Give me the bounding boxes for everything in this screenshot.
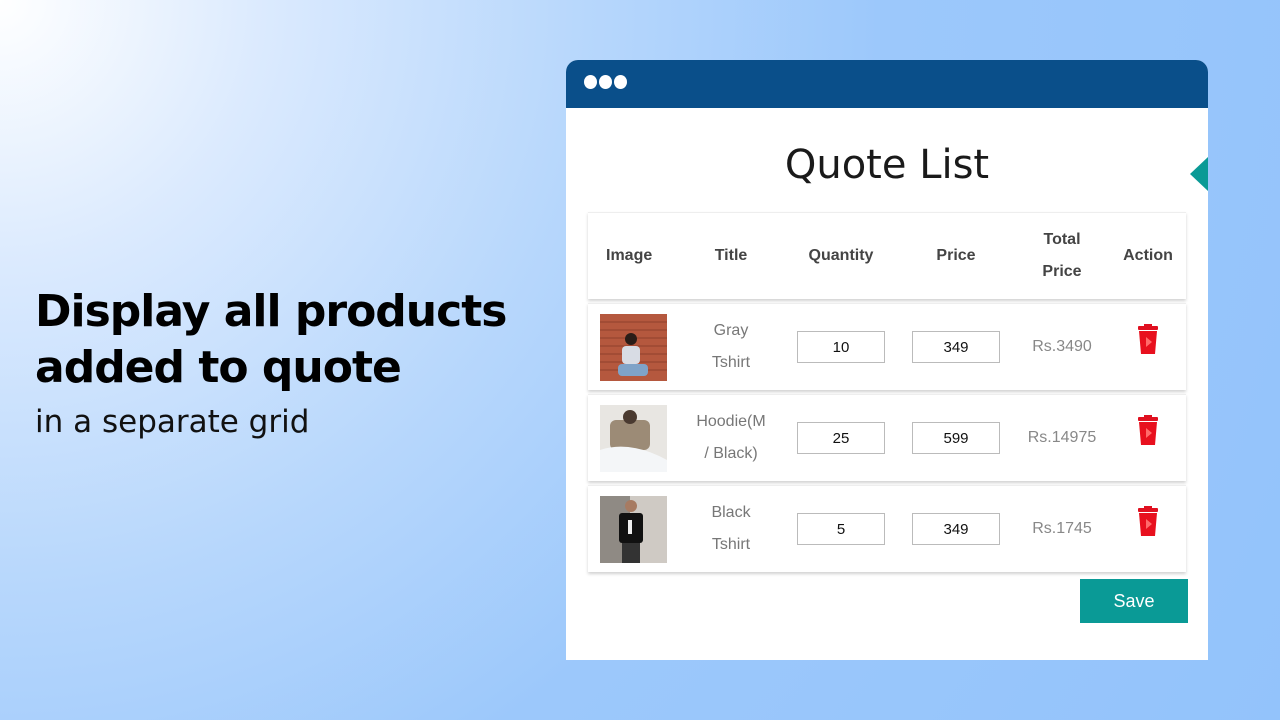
table-row: Black Tshirt 5 349 Rs.1745	[588, 485, 1186, 572]
window-titlebar	[566, 60, 1208, 108]
product-title: Black Tshirt	[678, 497, 784, 561]
hero-title-line: added to quote	[35, 342, 402, 393]
header-image: Image	[606, 247, 653, 264]
hoodie-photo-icon	[600, 404, 667, 472]
price-input[interactable]: 599	[912, 422, 1000, 454]
quote-table: Image Title Quantity Price Total Price A…	[588, 212, 1186, 576]
product-title: Hoodie(M / Black)	[678, 406, 784, 470]
quantity-input[interactable]: 5	[797, 513, 885, 545]
hero-title-line: Display all products	[35, 286, 507, 337]
table-row: Gray Tshirt 10 349 Rs.3490	[588, 303, 1186, 390]
product-title-line: Black	[711, 504, 751, 521]
window-dot-icon	[584, 75, 597, 89]
table-header: Image Title Quantity Price Total Price A…	[588, 212, 1186, 299]
trash-icon[interactable]	[1135, 323, 1161, 356]
window-dot-icon	[614, 75, 627, 89]
page-title: Quote List	[784, 142, 990, 188]
product-title-line: Gray	[713, 322, 749, 339]
header-total-line: Total	[1043, 231, 1081, 248]
hero-title: Display all products added to quote	[35, 284, 507, 396]
product-title-line: Tshirt	[711, 536, 751, 553]
trash-icon[interactable]	[1135, 414, 1161, 447]
header-total-line: Price	[1042, 263, 1082, 280]
header-action: Action	[1123, 247, 1173, 264]
window-dots	[584, 75, 627, 89]
header-price: Price	[936, 247, 976, 264]
quote-window: Quote List Image Title Quantity Price To…	[566, 60, 1208, 660]
header-title: Title	[714, 247, 748, 264]
header-quantity: Quantity	[808, 247, 874, 264]
save-button[interactable]: Save	[1080, 579, 1188, 623]
total-price: Rs.3490	[1032, 338, 1092, 355]
table-row: Hoodie(M / Black) 25 599 Rs.14975	[588, 394, 1186, 481]
window-dot-icon	[599, 75, 612, 89]
header-total-price: Total Price	[1014, 224, 1110, 288]
price-input[interactable]: 349	[912, 331, 1000, 363]
quantity-input[interactable]: 10	[797, 331, 885, 363]
gray-tshirt-photo-icon	[600, 313, 667, 381]
price-input[interactable]: 349	[912, 513, 1000, 545]
product-title-line: Tshirt	[711, 354, 751, 371]
product-title-line: / Black)	[704, 445, 758, 462]
product-title-line: Hoodie(M	[696, 413, 766, 430]
quantity-input[interactable]: 25	[797, 422, 885, 454]
hero-subtitle: in a separate grid	[35, 404, 310, 440]
black-tshirt-photo-icon	[600, 495, 667, 563]
total-price: Rs.1745	[1032, 520, 1092, 537]
trash-icon[interactable]	[1135, 505, 1161, 538]
side-tab-icon[interactable]	[1190, 157, 1208, 191]
total-price: Rs.14975	[1027, 429, 1097, 446]
hero-text: Display all products added to quote in a…	[35, 284, 507, 442]
product-title: Gray Tshirt	[678, 315, 784, 379]
